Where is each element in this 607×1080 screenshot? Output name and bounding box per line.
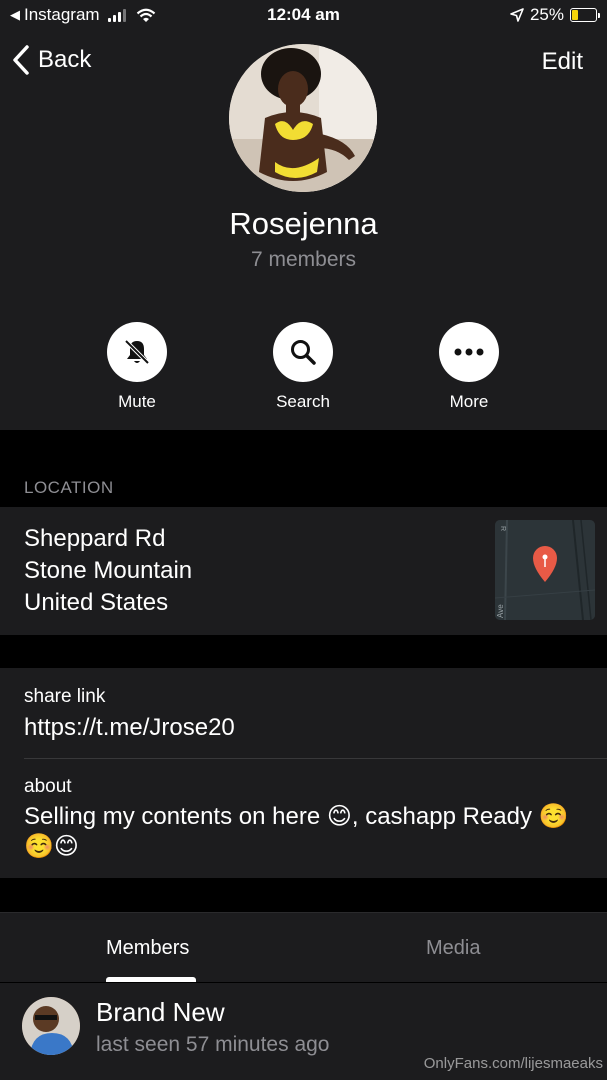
tab-media[interactable]: Media bbox=[426, 937, 480, 960]
bell-slash-icon bbox=[124, 339, 150, 365]
map-street-label: Ave bbox=[496, 604, 505, 618]
battery-percent: 25% bbox=[529, 5, 564, 24]
avatar bbox=[22, 997, 80, 1055]
location-cell[interactable]: Sheppard Rd Stone Mountain United States… bbox=[0, 507, 607, 635]
status-bar: ◀ Instagram 12:04 am 25% bbox=[0, 0, 607, 32]
battery-fill bbox=[572, 10, 578, 20]
member-count: 7 members bbox=[250, 248, 357, 271]
mute-button[interactable]: Mute bbox=[77, 322, 197, 412]
share-link-value[interactable]: https://t.me/Jrose20 bbox=[24, 714, 235, 742]
ellipsis-icon bbox=[454, 348, 484, 356]
address-line: Sheppard Rd bbox=[24, 525, 166, 552]
edit-button[interactable]: Edit bbox=[542, 48, 583, 76]
more-button[interactable]: More bbox=[409, 322, 529, 412]
location-arrow-icon bbox=[510, 8, 524, 22]
member-name: Brand New bbox=[96, 997, 225, 1027]
profile-header: Back Edit Rosejenna 7 members Mute Searc… bbox=[0, 32, 607, 430]
group-avatar[interactable] bbox=[229, 44, 377, 192]
back-label: Back bbox=[38, 46, 92, 73]
magnifier-icon bbox=[291, 340, 316, 365]
about-label: about bbox=[24, 776, 72, 797]
location-section-label: LOCATION bbox=[24, 478, 114, 497]
about-value: Selling my contents on here 😊, cashapp R… bbox=[24, 803, 569, 860]
watermark: OnlyFans.com/lijesmaeaks bbox=[423, 1055, 603, 1072]
status-right: 25% bbox=[510, 5, 600, 25]
address-line: United States bbox=[24, 589, 169, 616]
divider bbox=[24, 758, 607, 759]
tab-bar: Members Media bbox=[0, 912, 607, 982]
member-photo bbox=[22, 997, 80, 1055]
search-circle bbox=[273, 322, 333, 382]
map-street-label: R bbox=[499, 526, 506, 531]
member-row[interactable]: Brand New last seen 57 minutes ago OnlyF… bbox=[0, 983, 607, 1080]
search-button[interactable]: Search bbox=[243, 322, 363, 412]
info-cell: share link https://t.me/Jrose20 about Se… bbox=[0, 668, 607, 878]
address-line: Stone Mountain bbox=[24, 557, 193, 584]
group-name: Rosejenna bbox=[229, 206, 378, 241]
tab-members[interactable]: Members bbox=[106, 937, 189, 960]
share-link-label: share link bbox=[24, 686, 106, 707]
search-label: Search bbox=[276, 392, 330, 411]
battery-icon bbox=[570, 8, 600, 22]
chevron-left-icon bbox=[13, 45, 29, 75]
location-address: Sheppard Rd Stone Mountain United States bbox=[24, 523, 192, 619]
back-button[interactable]: Back bbox=[12, 44, 91, 76]
member-last-seen: last seen 57 minutes ago bbox=[96, 1033, 330, 1056]
more-label: More bbox=[449, 392, 489, 411]
action-buttons: Mute Search More bbox=[0, 322, 607, 422]
tab-indicator bbox=[106, 977, 196, 982]
more-circle bbox=[439, 322, 499, 382]
avatar-photo bbox=[229, 44, 377, 192]
map-thumbnail[interactable]: R Ave bbox=[495, 520, 595, 620]
mute-label: Mute bbox=[118, 392, 156, 411]
map-graphic: R Ave bbox=[495, 520, 595, 620]
mute-circle bbox=[107, 322, 167, 382]
